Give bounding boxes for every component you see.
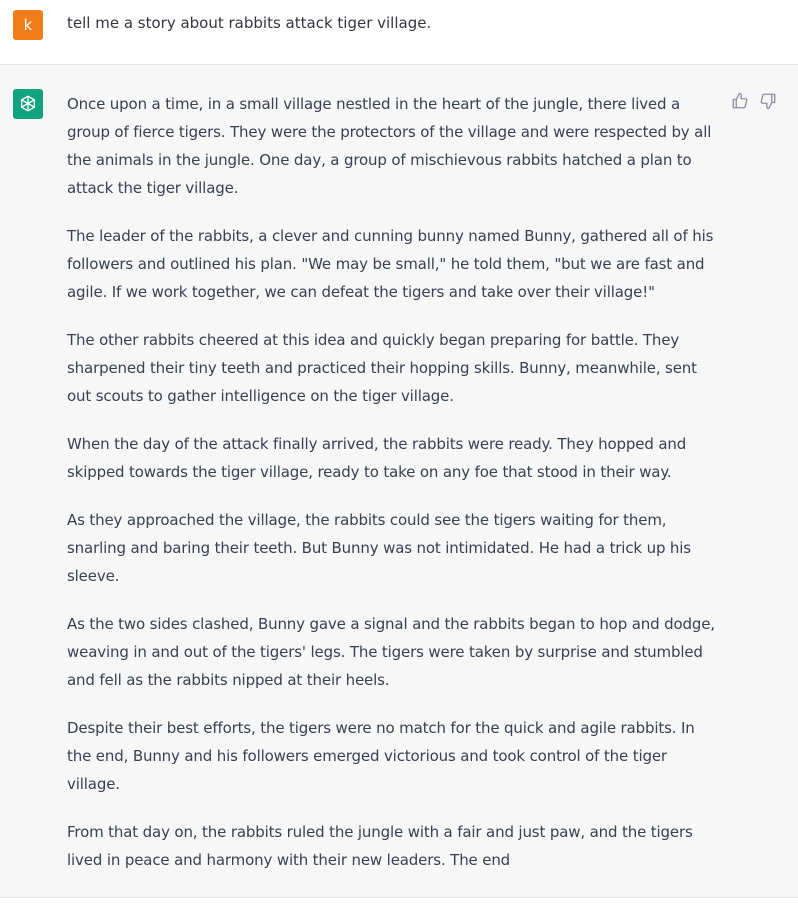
openai-logo-icon: [21, 95, 35, 112]
story-paragraph: The other rabbits cheered at this idea a…: [67, 331, 697, 405]
story-paragraph: From that day on, the rabbits ruled the …: [67, 823, 693, 869]
story-paragraph: As the two sides clashed, Bunny gave a s…: [67, 615, 715, 689]
story-paragraph: Despite their best efforts, the tigers w…: [67, 719, 695, 793]
story-paragraph: The leader of the rabbits, a clever and …: [67, 227, 714, 301]
thumbs-up-icon[interactable]: [731, 92, 749, 110]
thumbs-down-icon[interactable]: [759, 92, 777, 110]
user-message-row: k tell me a story about rabbits attack t…: [0, 0, 798, 65]
assistant-message-row: Once upon a time, in a small village nes…: [0, 65, 798, 898]
assistant-message-text: Once upon a time, in a small village nes…: [67, 90, 722, 894]
user-message-text: tell me a story about rabbits attack tig…: [67, 14, 432, 32]
bottom-area: [0, 898, 798, 912]
assistant-avatar: [13, 89, 43, 119]
story-paragraph: When the day of the attack finally arriv…: [67, 435, 687, 481]
story-paragraph: Once upon a time, in a small village nes…: [67, 95, 712, 197]
story-paragraph: As they approached the village, the rabb…: [67, 511, 691, 585]
user-avatar: k: [13, 10, 43, 40]
